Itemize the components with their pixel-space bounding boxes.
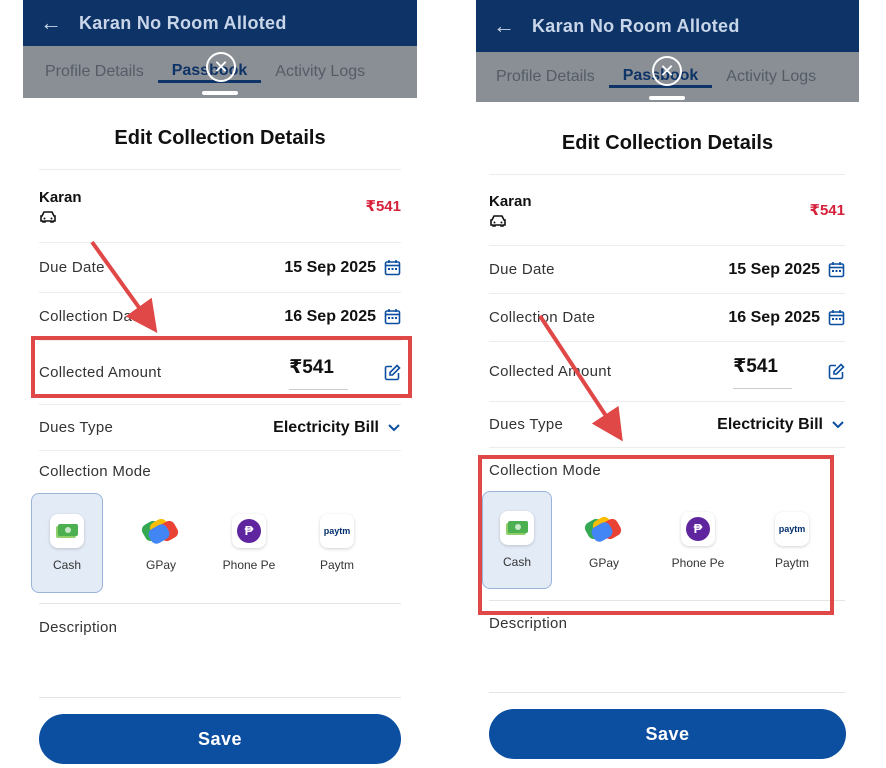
- annotation-arrow-right: [538, 314, 623, 442]
